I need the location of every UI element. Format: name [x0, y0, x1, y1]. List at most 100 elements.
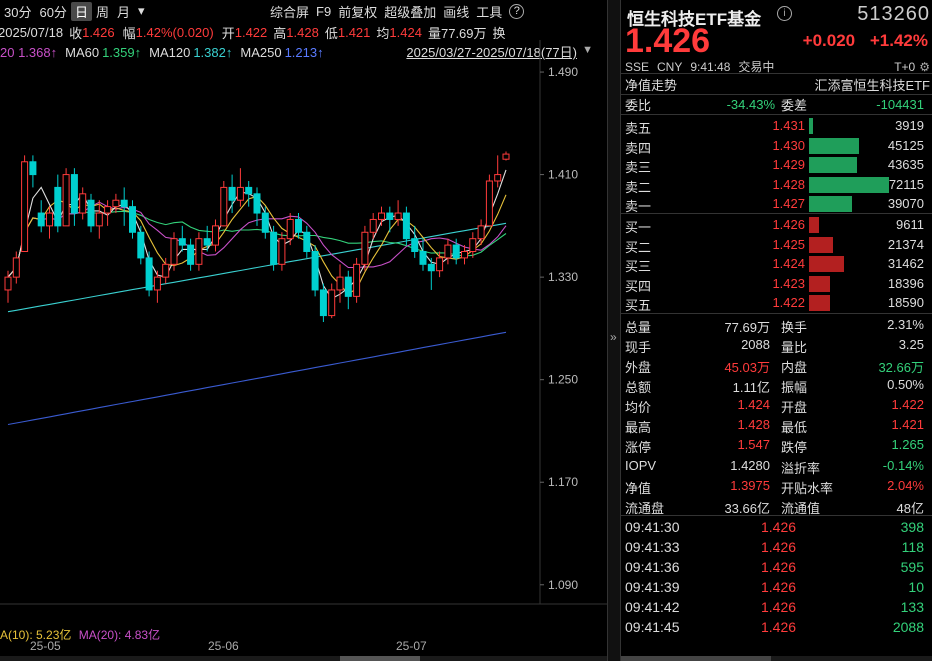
- stat-value: 1.3975: [730, 478, 770, 493]
- stock-code: 513260: [857, 3, 930, 25]
- bid-price: 1.426: [772, 217, 805, 232]
- bid-level-label: 买五: [625, 298, 652, 314]
- bid-row[interactable]: 买三 1.424 31462: [625, 254, 930, 274]
- stat-label: 开盘: [781, 400, 808, 415]
- stat-row: 总额 1.11亿 振幅 0.50%: [625, 375, 930, 395]
- ma250-line: [7, 331, 507, 426]
- candle-body: [178, 238, 186, 246]
- currency: CNY: [657, 59, 683, 74]
- candle-body: [145, 257, 153, 291]
- stat-value: 1.547: [737, 437, 770, 452]
- stat-label: 现手: [625, 340, 652, 355]
- tick-row: 09:41:45 1.426 2088: [625, 617, 930, 637]
- quote-scrollbar[interactable]: [621, 656, 932, 661]
- stat-label: 振幅: [781, 380, 808, 395]
- candle-body: [4, 276, 12, 291]
- candle-body: [120, 199, 128, 208]
- stat-value: 1.422: [891, 397, 924, 412]
- nav-trend-label[interactable]: 净值走势: [625, 75, 677, 94]
- date-label-jun: 25-06: [208, 639, 239, 653]
- bid-volume-bar: [809, 295, 830, 312]
- candle-body: [95, 212, 103, 227]
- candle-body: [494, 174, 502, 182]
- bid-qty: 9611: [896, 217, 924, 232]
- stat-value: 77.69万: [724, 320, 770, 335]
- scrollbar-thumb[interactable]: [340, 656, 420, 661]
- bid-row[interactable]: 买一 1.426 9611: [625, 215, 930, 235]
- date-axis: 25-05 25-06 25-07: [0, 638, 607, 656]
- settings-icon[interactable]: ⚙: [919, 60, 930, 74]
- stat-value: -0.14%: [882, 458, 924, 473]
- bid-price: 1.425: [772, 236, 805, 252]
- ask-level-label: 卖三: [625, 160, 652, 176]
- candle-body: [153, 276, 161, 291]
- panel-splitter[interactable]: »: [607, 0, 621, 661]
- candle-body: [386, 212, 394, 220]
- ask-row[interactable]: 卖三 1.429 43635: [625, 155, 930, 175]
- ask-row[interactable]: 卖一 1.427 39070: [625, 194, 930, 214]
- tick-row: 09:41:42 1.426 133: [625, 597, 930, 617]
- ask-row[interactable]: 卖四 1.430 45125: [625, 136, 930, 156]
- candle-body: [295, 218, 302, 233]
- tick-row: 09:41:33 1.426 118: [625, 537, 930, 557]
- candle-body: [469, 238, 477, 253]
- change-value: +0.020: [802, 31, 856, 50]
- quote-time: 9:41:48: [690, 59, 731, 74]
- candle-body: [461, 251, 468, 259]
- candle-body: [253, 193, 261, 214]
- ask-volume-bar: [809, 118, 813, 134]
- ask-volume-bar: [809, 157, 857, 174]
- kline-chart[interactable]: 1.490 1.410 1.330 1.250 1.170 1.090: [0, 0, 607, 639]
- candle-body: [220, 186, 228, 227]
- nav-trend-row[interactable]: 净值走势 汇添富恒生科技ETF: [625, 74, 930, 94]
- candle-body: [137, 231, 145, 259]
- bid-volume-bar: [809, 256, 844, 273]
- bid-row[interactable]: 买四 1.423 18396: [625, 274, 930, 294]
- stat-label: 净值: [625, 481, 652, 496]
- divider: [621, 313, 932, 314]
- ask-row[interactable]: 卖五 1.431 3919: [625, 116, 930, 136]
- date-label-may: 25-05: [30, 639, 61, 653]
- stat-label: IOPV: [625, 458, 657, 473]
- tick-row: 09:41:36 1.426 595: [625, 557, 930, 577]
- quote-scrollbar-thumb[interactable]: [621, 656, 771, 661]
- stat-value: 3.25: [898, 337, 924, 352]
- candle-body: [228, 186, 236, 201]
- candle-body: [402, 212, 410, 240]
- bid-volume-bar: [809, 275, 830, 292]
- candle-body: [195, 238, 203, 265]
- bid-row[interactable]: 买二 1.425 21374: [625, 235, 930, 255]
- candle-body: [477, 225, 485, 240]
- bid-level-label: 买一: [625, 220, 652, 235]
- stat-label: 总量: [625, 320, 652, 335]
- tick-price: 1.426: [761, 579, 797, 595]
- candle-body: [261, 212, 269, 233]
- candle-body: [79, 193, 87, 214]
- candle-body: [104, 206, 112, 214]
- candle-body: [270, 231, 278, 265]
- stat-row: 现手 2088 量比 3.25: [625, 335, 930, 355]
- candle-body: [187, 244, 195, 265]
- stat-value: 45.03万: [724, 360, 770, 375]
- candle-body: [378, 212, 385, 220]
- bid-price: 1.422: [772, 295, 805, 311]
- stat-value: 2.04%: [887, 478, 924, 493]
- ask-volume-bar: [809, 137, 859, 154]
- stat-value: 2.31%: [887, 317, 924, 332]
- candle-body: [319, 289, 327, 317]
- collapse-arrow-icon[interactable]: »: [610, 330, 617, 344]
- tick-volume: 133: [900, 599, 924, 615]
- y-tick-label: 1.410: [548, 168, 578, 182]
- stat-label: 开贴水率: [781, 481, 834, 496]
- chart-scrollbar[interactable]: [0, 656, 607, 661]
- ask-level-label: 卖四: [625, 140, 652, 156]
- bid-row[interactable]: 买五 1.422 18590: [625, 293, 930, 313]
- info-icon[interactable]: i: [777, 6, 792, 21]
- ask-row[interactable]: 卖二 1.428 72115: [625, 175, 930, 195]
- tick-volume: 118: [901, 539, 924, 555]
- exchange: SSE: [625, 59, 650, 74]
- candle-body: [12, 257, 20, 278]
- ask-qty: 3919: [895, 118, 924, 133]
- candle-body: [394, 212, 402, 220]
- candle-body: [369, 218, 377, 233]
